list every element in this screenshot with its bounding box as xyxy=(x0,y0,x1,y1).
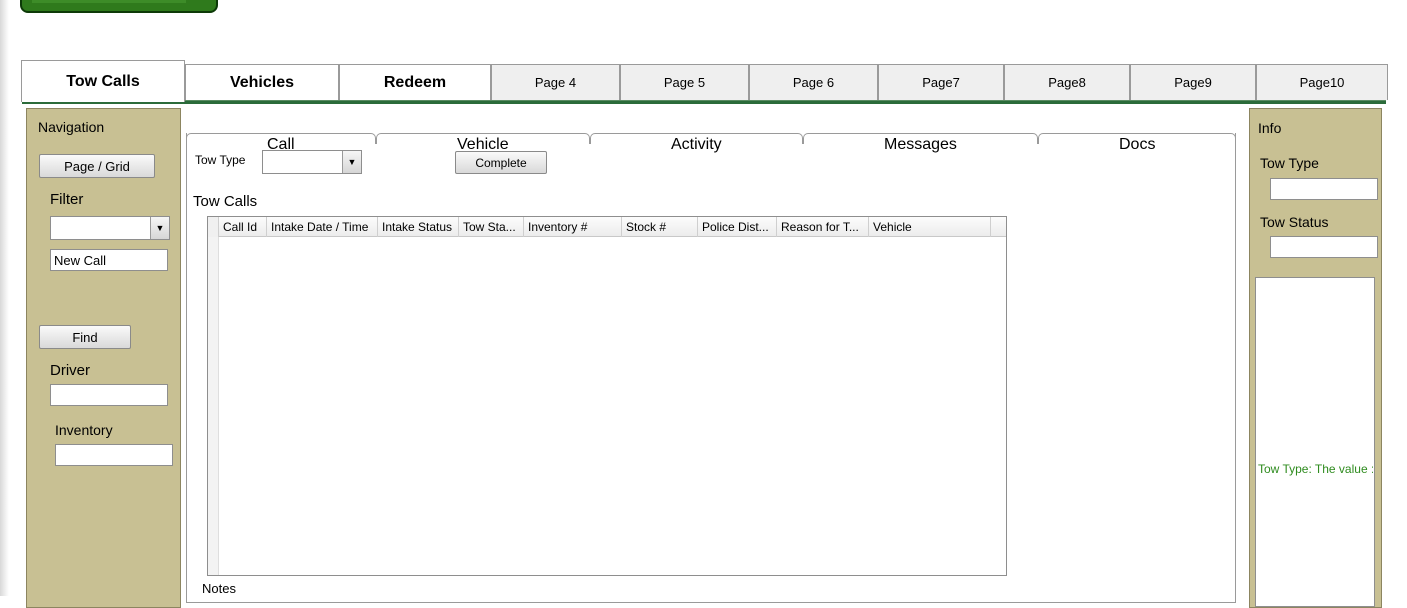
navigation-panel xyxy=(26,108,181,608)
column-header[interactable]: Vehicle xyxy=(869,217,991,237)
complete-button[interactable]: Complete xyxy=(455,151,547,174)
column-header[interactable]: Inventory # xyxy=(524,217,622,237)
tab-label: Page 5 xyxy=(663,75,706,90)
info-title: Info xyxy=(1258,120,1282,136)
tab-tow-calls[interactable]: Tow Calls xyxy=(21,60,185,102)
tow-type-select[interactable]: ▼ xyxy=(262,150,362,174)
filter-select[interactable]: ▼ xyxy=(50,216,170,240)
column-header[interactable]: Police Dist... xyxy=(698,217,777,237)
info-tow-status-label: Tow Status xyxy=(1260,214,1329,230)
tab-page-9[interactable]: Page9 xyxy=(1130,64,1256,100)
section-title: Tow Calls xyxy=(193,193,258,210)
subtab-messages-label[interactable]: Messages xyxy=(884,136,957,154)
window-edge xyxy=(0,0,9,596)
validation-message-box xyxy=(1255,277,1375,607)
tab-underline xyxy=(22,100,1386,104)
info-tow-type-label: Tow Type xyxy=(1260,155,1319,171)
tow-type-label: Tow Type xyxy=(195,153,246,167)
tab-label: Page7 xyxy=(922,75,960,90)
tab-page-8[interactable]: Page8 xyxy=(1004,64,1130,100)
tab-label: Redeem xyxy=(383,73,447,91)
grid-corner xyxy=(208,217,219,237)
tab-label: Page9 xyxy=(1174,75,1212,90)
driver-label: Driver xyxy=(50,362,90,379)
page-grid-button[interactable]: Page / Grid xyxy=(39,154,155,178)
column-header[interactable]: Intake Date / Time xyxy=(267,217,378,237)
tab-page-5[interactable]: Page 5 xyxy=(620,64,749,100)
tab-redeem[interactable]: Redeem xyxy=(339,64,491,100)
column-header[interactable]: Intake Status xyxy=(378,217,459,237)
chevron-down-icon[interactable]: ▼ xyxy=(342,151,361,173)
tab-label: Tow Calls xyxy=(66,73,140,90)
filter-label: Filter xyxy=(50,191,84,208)
driver-field[interactable] xyxy=(50,384,168,406)
grid-header: Call Id Intake Date / Time Intake Status… xyxy=(208,217,1006,237)
tab-label: Vehicles xyxy=(229,73,295,91)
column-header[interactable]: Call Id xyxy=(219,217,267,237)
tab-label: Page10 xyxy=(1299,75,1345,90)
column-header[interactable]: Stock # xyxy=(622,217,698,237)
tab-page-4[interactable]: Page 4 xyxy=(491,64,620,100)
navigation-title: Navigation xyxy=(38,119,105,135)
grid-row-gutter xyxy=(208,237,219,575)
subtab-docs-label[interactable]: Docs xyxy=(1119,136,1155,154)
notes-label: Notes xyxy=(202,581,236,596)
validation-message: Tow Type: The value : xyxy=(1258,462,1373,476)
column-header[interactable]: Tow Sta... xyxy=(459,217,524,237)
column-header[interactable]: Reason for T... xyxy=(777,217,869,237)
info-tow-type-field[interactable] xyxy=(1270,178,1378,200)
find-button[interactable]: Find xyxy=(39,325,131,349)
tab-label: Page 6 xyxy=(792,75,835,90)
chevron-down-icon[interactable]: ▼ xyxy=(150,217,169,239)
tab-page-10[interactable]: Page10 xyxy=(1256,64,1388,100)
tab-label: Page 4 xyxy=(534,75,577,90)
new-call-field[interactable]: New Call xyxy=(50,249,168,271)
inventory-label: Inventory xyxy=(55,422,113,438)
tab-label: Page8 xyxy=(1048,75,1086,90)
tab-vehicles[interactable]: Vehicles xyxy=(185,64,339,100)
info-tow-status-field[interactable] xyxy=(1270,236,1378,258)
tab-page-7[interactable]: Page7 xyxy=(878,64,1004,100)
tow-calls-grid[interactable]: Call Id Intake Date / Time Intake Status… xyxy=(207,216,1007,576)
tab-page-6[interactable]: Page 6 xyxy=(749,64,878,100)
subtab-activity-label[interactable]: Activity xyxy=(671,136,722,154)
app-logo xyxy=(20,0,218,13)
inventory-field[interactable] xyxy=(55,444,173,466)
